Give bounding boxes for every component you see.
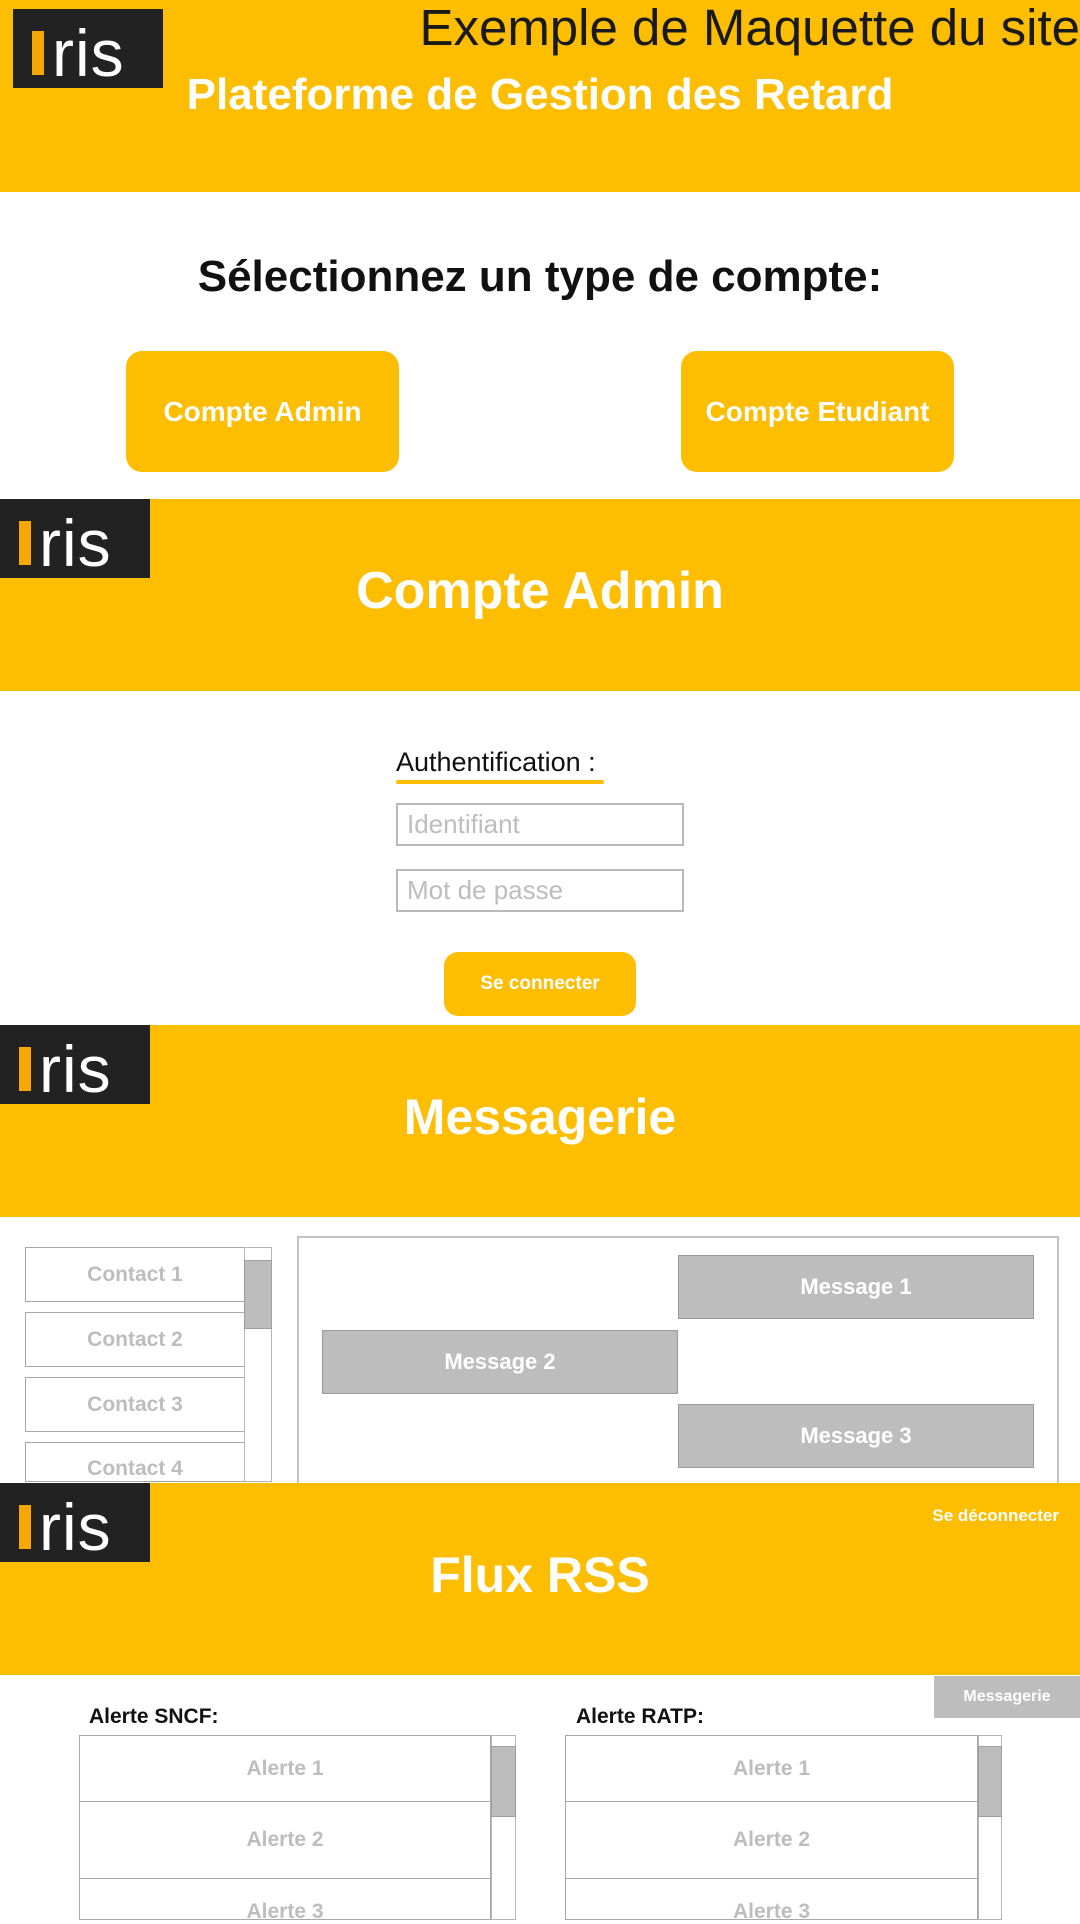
admin-page-title: Compte Admin <box>356 562 724 620</box>
contact-item[interactable]: Contact 4 <box>25 1442 245 1482</box>
ratp-alerts-scroll-thumb[interactable] <box>978 1746 1002 1817</box>
login-button[interactable]: Se connecter <box>444 952 636 1016</box>
password-input[interactable] <box>396 869 684 912</box>
contact-item[interactable]: Contact 3 <box>25 1377 245 1432</box>
message-bubble[interactable]: Message 2 <box>322 1330 678 1394</box>
logout-link[interactable]: Se déconnecter <box>932 1507 1059 1524</box>
messaging-page-title: Messagerie <box>403 1089 677 1145</box>
messaging-nav-button[interactable]: Messagerie <box>934 1676 1080 1718</box>
contact-item[interactable]: Contact 1 <box>25 1247 245 1302</box>
message-bubble[interactable]: Message 3 <box>678 1404 1034 1468</box>
sncf-alert-item[interactable]: Alerte 2 <box>79 1801 491 1879</box>
rss-page-title: Flux RSS <box>430 1547 650 1603</box>
authentication-label: Authentification : <box>396 747 596 777</box>
sncf-alert-item[interactable]: Alerte 1 <box>79 1735 491 1802</box>
ratp-alerts-label: Alerte RATP: <box>576 1705 704 1728</box>
authentication-underline <box>396 780 604 784</box>
sncf-alert-item[interactable]: Alerte 3 <box>79 1878 491 1923</box>
account-type-prompt: Sélectionnez un type de compte: <box>197 252 883 301</box>
sncf-alerts-scroll-thumb[interactable] <box>491 1746 516 1817</box>
mockup-label: Exemple de Maquette du site <box>419 0 1080 56</box>
contacts-scroll-thumb[interactable] <box>244 1260 272 1329</box>
contact-item[interactable]: Contact 2 <box>25 1312 245 1367</box>
message-bubble[interactable]: Message 1 <box>678 1255 1034 1319</box>
admin-account-button[interactable]: Compte Admin <box>126 351 399 472</box>
identifier-input[interactable] <box>396 803 684 846</box>
student-account-button[interactable]: Compte Etudiant <box>681 351 954 472</box>
ratp-alert-item[interactable]: Alerte 3 <box>565 1878 978 1923</box>
ratp-alert-item[interactable]: Alerte 1 <box>565 1735 978 1802</box>
ratp-alert-item[interactable]: Alerte 2 <box>565 1801 978 1879</box>
platform-title: Plateforme de Gestion des Retard <box>186 70 894 119</box>
sncf-alerts-label: Alerte SNCF: <box>89 1705 219 1728</box>
